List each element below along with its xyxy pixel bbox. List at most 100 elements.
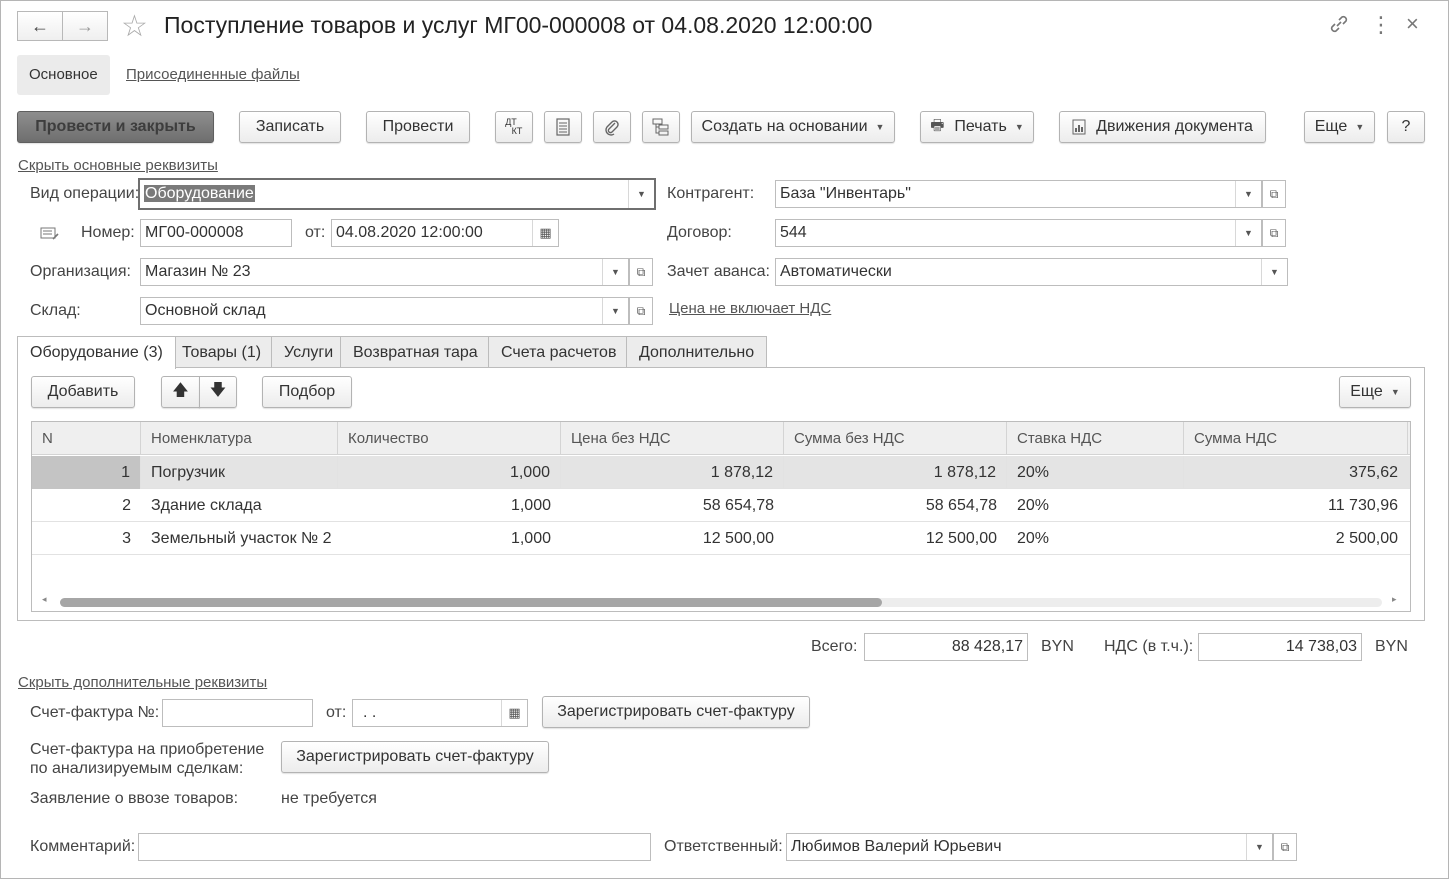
operation-type-field[interactable]: Оборудование ▼ xyxy=(138,178,656,210)
register-invoice-button[interactable]: Зарегистрировать счет-фактуру xyxy=(542,696,810,728)
chevron-down-icon[interactable]: ▼ xyxy=(1246,834,1272,860)
vat-currency: BYN xyxy=(1375,638,1408,655)
tab-services[interactable]: Услуги xyxy=(271,336,347,368)
warehouse-field[interactable]: Основной склад ▼ xyxy=(140,297,629,325)
responsible-label: Ответственный: xyxy=(664,838,783,855)
tab-goods[interactable]: Товары (1) xyxy=(169,336,275,368)
column-header-n[interactable]: N xyxy=(32,422,141,455)
help-button[interactable]: ? xyxy=(1387,111,1425,143)
invoice-number-field[interactable] xyxy=(162,699,313,727)
advance-offset-field[interactable]: Автоматически ▼ xyxy=(775,258,1288,286)
cell-quantity: 1,000 xyxy=(510,497,551,514)
open-contract-icon[interactable]: ⧉ xyxy=(1262,219,1286,247)
document-list-icon xyxy=(556,118,570,136)
operation-type-label: Вид операции: xyxy=(30,185,140,202)
operation-type-value: Оборудование xyxy=(144,185,255,202)
scroll-right-icon[interactable]: ▸ xyxy=(1392,594,1397,605)
back-button[interactable]: ← xyxy=(17,11,63,41)
responsible-field[interactable]: Любимов Валерий Юрьевич ▼ xyxy=(786,833,1273,861)
column-header-vat-rate[interactable]: Ставка НДС xyxy=(1007,422,1184,455)
open-organization-icon[interactable]: ⧉ xyxy=(629,258,653,286)
post-button[interactable]: Провести xyxy=(366,111,470,143)
responsible-value: Любимов Валерий Юрьевич xyxy=(791,838,1002,855)
chevron-down-icon[interactable]: ▼ xyxy=(1261,259,1287,285)
cell-quantity: 1,000 xyxy=(338,456,561,489)
number-field[interactable]: МГ00-000008 xyxy=(140,219,292,247)
move-down-button[interactable]: 🡇 xyxy=(199,376,237,408)
add-button[interactable]: Добавить xyxy=(31,376,135,408)
vat-total-label: НДС (в т.ч.): xyxy=(1104,638,1194,655)
favorite-star-icon[interactable]: ☆ xyxy=(121,9,148,44)
warehouse-label: Склад: xyxy=(30,302,81,319)
tab-main[interactable]: Основное xyxy=(17,55,110,95)
chevron-down-icon[interactable]: ▼ xyxy=(628,180,654,208)
table-row[interactable]: 2 Здание склада 1,000 58 654,78 58 654,7… xyxy=(32,489,1410,522)
more-icon[interactable]: ⋮ xyxy=(1370,12,1392,38)
open-warehouse-icon[interactable]: ⧉ xyxy=(629,297,653,325)
cell-n: 2 xyxy=(122,497,131,514)
import-statement-label: Заявление о ввозе товаров: xyxy=(30,790,239,807)
more-button[interactable]: Еще ▼ xyxy=(1304,111,1375,143)
column-header-item[interactable]: Номенклатура xyxy=(141,422,338,455)
column-header-vat-amount[interactable]: Сумма НДС xyxy=(1184,422,1408,455)
counterparty-field[interactable]: База "Инвентарь" ▼ xyxy=(775,180,1262,208)
tab-additional[interactable]: Дополнительно xyxy=(626,336,768,368)
structure-button[interactable] xyxy=(642,111,680,143)
table-row[interactable]: 3 Земельный участок № 2 1,000 12 500,00 … xyxy=(32,522,1410,555)
kt-label: КТ xyxy=(511,126,523,136)
column-header-quantity[interactable]: Количество xyxy=(338,422,561,455)
save-button[interactable]: Записать xyxy=(239,111,341,143)
link-icon[interactable] xyxy=(1328,14,1350,39)
open-responsible-icon[interactable]: ⧉ xyxy=(1273,833,1297,861)
scroll-left-icon[interactable]: ◂ xyxy=(42,594,47,605)
tab-attached-files[interactable]: Присоединенные файлы xyxy=(114,55,312,95)
forward-button[interactable]: → xyxy=(62,11,108,41)
date-field[interactable]: 04.08.2020 12:00:00 ▦ xyxy=(331,219,559,247)
hide-main-requisites-link[interactable]: Скрыть основные реквизиты xyxy=(18,157,218,174)
comment-field[interactable] xyxy=(138,833,651,861)
calendar-icon[interactable]: ▦ xyxy=(532,220,558,246)
document-movements-button[interactable]: Движения документа xyxy=(1059,111,1266,143)
movements-label: Движения документа xyxy=(1096,118,1253,135)
contract-field[interactable]: 544 ▼ xyxy=(775,219,1262,247)
move-up-button[interactable]: 🡅 xyxy=(161,376,200,408)
chevron-down-icon[interactable]: ▼ xyxy=(602,298,628,324)
report-icon-button[interactable] xyxy=(544,111,582,143)
chevron-down-icon: ▼ xyxy=(875,122,885,132)
tab-equipment[interactable]: Оборудование (3) xyxy=(17,336,176,369)
post-and-close-button[interactable]: Провести и закрыть xyxy=(17,111,214,143)
cell-vat-rate: 20% xyxy=(1017,497,1050,514)
table-row[interactable]: 1 Погрузчик 1,000 1 878,12 1 878,12 20% … xyxy=(32,456,1410,489)
price-vat-link[interactable]: Цена не включает НДС xyxy=(669,300,831,317)
contract-value: 544 xyxy=(780,224,807,241)
invoice-date-field[interactable]: . . ▦ xyxy=(352,699,528,727)
print-button[interactable]: 🖶 Печать ▼ xyxy=(920,111,1034,143)
close-icon[interactable]: × xyxy=(1406,11,1419,37)
attach-button[interactable] xyxy=(593,111,631,143)
column-header-price[interactable]: Цена без НДС xyxy=(561,422,784,455)
dt-kt-button[interactable]: ДТ КТ xyxy=(495,111,533,143)
equipment-table[interactable]: N Номенклатура Количество Цена без НДС С… xyxy=(31,421,1411,612)
counterparty-value: База "Инвентарь" xyxy=(780,185,911,202)
tab-returnable-containers[interactable]: Возвратная тара xyxy=(340,336,491,368)
column-header-amount[interactable]: Сумма без НДС xyxy=(784,422,1007,455)
table-more-button[interactable]: Еще ▼ xyxy=(1339,376,1411,408)
table-header: N Номенклатура Количество Цена без НДС С… xyxy=(32,422,1410,455)
chevron-down-icon[interactable]: ▼ xyxy=(1235,220,1261,246)
create-based-on-label: Создать на основании xyxy=(701,118,868,135)
hide-extra-requisites-link[interactable]: Скрыть дополнительные реквизиты xyxy=(18,674,267,691)
horizontal-scrollbar-thumb[interactable] xyxy=(60,598,882,607)
tab-settlement-accounts[interactable]: Счета расчетов xyxy=(488,336,630,368)
invoice-date-label: от: xyxy=(326,704,347,721)
cell-amount: 12 500,00 xyxy=(925,530,997,547)
create-based-on-button[interactable]: Создать на основании ▼ xyxy=(691,111,895,143)
register-analyzed-invoice-button[interactable]: Зарегистрировать счет-фактуру xyxy=(281,741,549,773)
calendar-icon[interactable]: ▦ xyxy=(501,700,527,726)
cell-n: 1 xyxy=(32,456,141,489)
chevron-down-icon[interactable]: ▼ xyxy=(602,259,628,285)
number-edit-icon[interactable] xyxy=(40,226,60,246)
pick-button[interactable]: Подбор xyxy=(262,376,352,408)
chevron-down-icon[interactable]: ▼ xyxy=(1235,181,1261,207)
open-counterparty-icon[interactable]: ⧉ xyxy=(1262,180,1286,208)
organization-field[interactable]: Магазин № 23 ▼ xyxy=(140,258,629,286)
